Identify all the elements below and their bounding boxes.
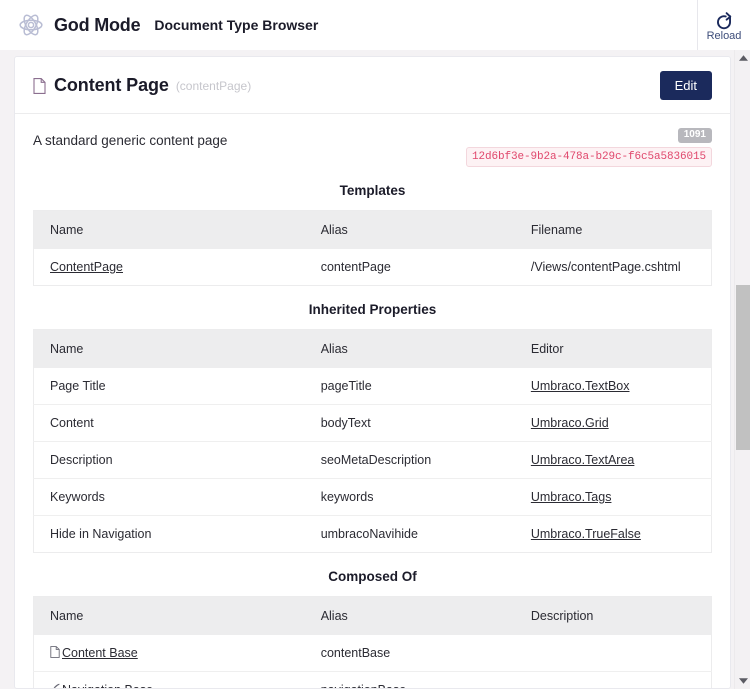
- col-header-editor: Editor: [514, 329, 712, 368]
- page-title: Content Page: [54, 75, 169, 95]
- cell-alias: contentBase: [320, 646, 391, 660]
- brand: God Mode Document Type Browser: [0, 12, 318, 38]
- table-header-row: Name Alias Filename: [33, 210, 712, 249]
- template-link[interactable]: ContentPage: [50, 260, 123, 274]
- col-header-alias: Alias: [304, 596, 515, 635]
- app-header: God Mode Document Type Browser Reload: [0, 0, 750, 50]
- app-title: God Mode: [54, 14, 141, 35]
- section-composed-of: Composed Of Name Alias Description Conte…: [15, 553, 730, 688]
- section-title-templates: Templates: [339, 183, 406, 198]
- page-body: Content Page (contentPage) Edit A standa…: [0, 50, 750, 689]
- cell-name: Hide in Navigation: [33, 515, 305, 553]
- section-title-composed-of: Composed Of: [328, 569, 417, 584]
- composed-of-table: Name Alias Description Content Base cont…: [33, 596, 712, 688]
- cell-alias: navigationBase: [304, 671, 515, 688]
- composition-link[interactable]: Content Base: [62, 646, 138, 660]
- scrollbar-thumb[interactable]: [736, 285, 750, 450]
- cell-editor: Umbraco.TextArea: [514, 441, 712, 479]
- cell-editor: Umbraco.Grid: [514, 404, 712, 442]
- editor-link[interactable]: Umbraco.Tags: [531, 490, 612, 504]
- editor-link[interactable]: Umbraco.TrueFalse: [531, 527, 641, 541]
- cell-alias: seoMetaDescription: [304, 441, 515, 479]
- table-row: Hide in Navigation umbracoNavihide Umbra…: [33, 515, 712, 553]
- document-icon: [33, 77, 46, 94]
- cell-alias: umbracoNavihide: [304, 515, 515, 553]
- cell-name: ContentPage: [34, 249, 305, 286]
- section-inherited-properties: Inherited Properties Name Alias Editor P…: [15, 286, 730, 553]
- chevron-down-icon[interactable]: [735, 673, 750, 689]
- table-row: Keywords keywords Umbraco.Tags: [33, 478, 712, 516]
- cell-filename: /Views/contentPage.cshtml: [530, 260, 681, 274]
- cell-alias: contentPage: [320, 260, 391, 274]
- inherited-properties-table: Name Alias Editor Page Title pageTitle U…: [33, 329, 712, 553]
- editor-link[interactable]: Umbraco.TextBox: [531, 379, 630, 393]
- doctype-card: Content Page (contentPage) Edit A standa…: [14, 56, 731, 689]
- col-header-name: Name: [33, 329, 305, 368]
- table-row: Navigation Base navigationBase: [33, 671, 712, 688]
- cell-name: Page Title: [50, 379, 106, 393]
- document-icon: [50, 646, 60, 658]
- editor-link[interactable]: Umbraco.TextArea: [531, 453, 635, 467]
- section-title-inherited: Inherited Properties: [308, 302, 437, 317]
- guid-value: 12d6bf3e-9b2a-478a-b29c-f6c5a5836015: [465, 147, 712, 167]
- table-row: ContentPage contentPage /Views/contentPa…: [34, 249, 712, 286]
- col-header-filename: Filename: [514, 210, 712, 249]
- cell-name: Content: [33, 404, 305, 442]
- doctype-header: Content Page (contentPage) Edit: [15, 57, 730, 114]
- reload-label: Reload: [706, 29, 742, 42]
- editor-link[interactable]: Umbraco.Grid: [531, 416, 609, 430]
- table-header-row: Name Alias Editor: [33, 329, 712, 368]
- col-header-name: Name: [33, 596, 305, 635]
- page-title-alias: (contentPage): [175, 78, 252, 93]
- cell-name: Navigation Base: [33, 671, 305, 688]
- cell-alias: bodyText: [304, 404, 515, 442]
- reload-arrow-icon: [713, 11, 735, 30]
- section-templates: Templates Name Alias Filename ContentPag…: [15, 167, 730, 286]
- cell-editor: Umbraco.Tags: [514, 478, 712, 516]
- edit-button[interactable]: Edit: [659, 71, 712, 100]
- table-row: Description seoMetaDescription Umbraco.T…: [33, 441, 712, 479]
- doctype-identifiers: 1091 12d6bf3e-9b2a-478a-b29c-f6c5a583601…: [465, 128, 712, 167]
- table-row: Content Base contentBase: [34, 635, 712, 672]
- doctype-description: A standard generic content page: [33, 133, 228, 148]
- doctype-meta: A standard generic content page 1091 12d…: [15, 114, 730, 167]
- atom-icon: [18, 12, 44, 38]
- cell-editor: Umbraco.TextBox: [515, 368, 712, 405]
- cell-editor: Umbraco.TrueFalse: [514, 515, 712, 553]
- cell-description: [515, 635, 712, 672]
- cell-name: Keywords: [33, 478, 305, 516]
- cell-name: Content Base: [34, 635, 305, 672]
- col-header-description: Description: [514, 596, 712, 635]
- cell-alias: pageTitle: [320, 379, 372, 393]
- id-badge: 1091: [677, 128, 712, 143]
- reload-button[interactable]: Reload: [697, 0, 750, 50]
- pen-icon: [50, 683, 60, 688]
- cell-description: [514, 671, 712, 688]
- vertical-scrollbar[interactable]: [734, 50, 750, 689]
- table-row: Content bodyText Umbraco.Grid: [33, 404, 712, 442]
- composition-link[interactable]: Navigation Base: [62, 683, 153, 688]
- table-row: Page Title pageTitle Umbraco.TextBox: [34, 368, 712, 405]
- cell-name: Description: [33, 441, 305, 479]
- col-header-alias: Alias: [304, 329, 515, 368]
- app-subtitle: Document Type Browser: [154, 17, 319, 33]
- col-header-alias: Alias: [304, 210, 515, 249]
- table-header-row: Name Alias Description: [33, 596, 712, 635]
- cell-alias: keywords: [304, 478, 515, 516]
- templates-table: Name Alias Filename ContentPage contentP…: [33, 210, 712, 286]
- col-header-name: Name: [33, 210, 305, 249]
- chevron-up-icon[interactable]: [735, 50, 750, 66]
